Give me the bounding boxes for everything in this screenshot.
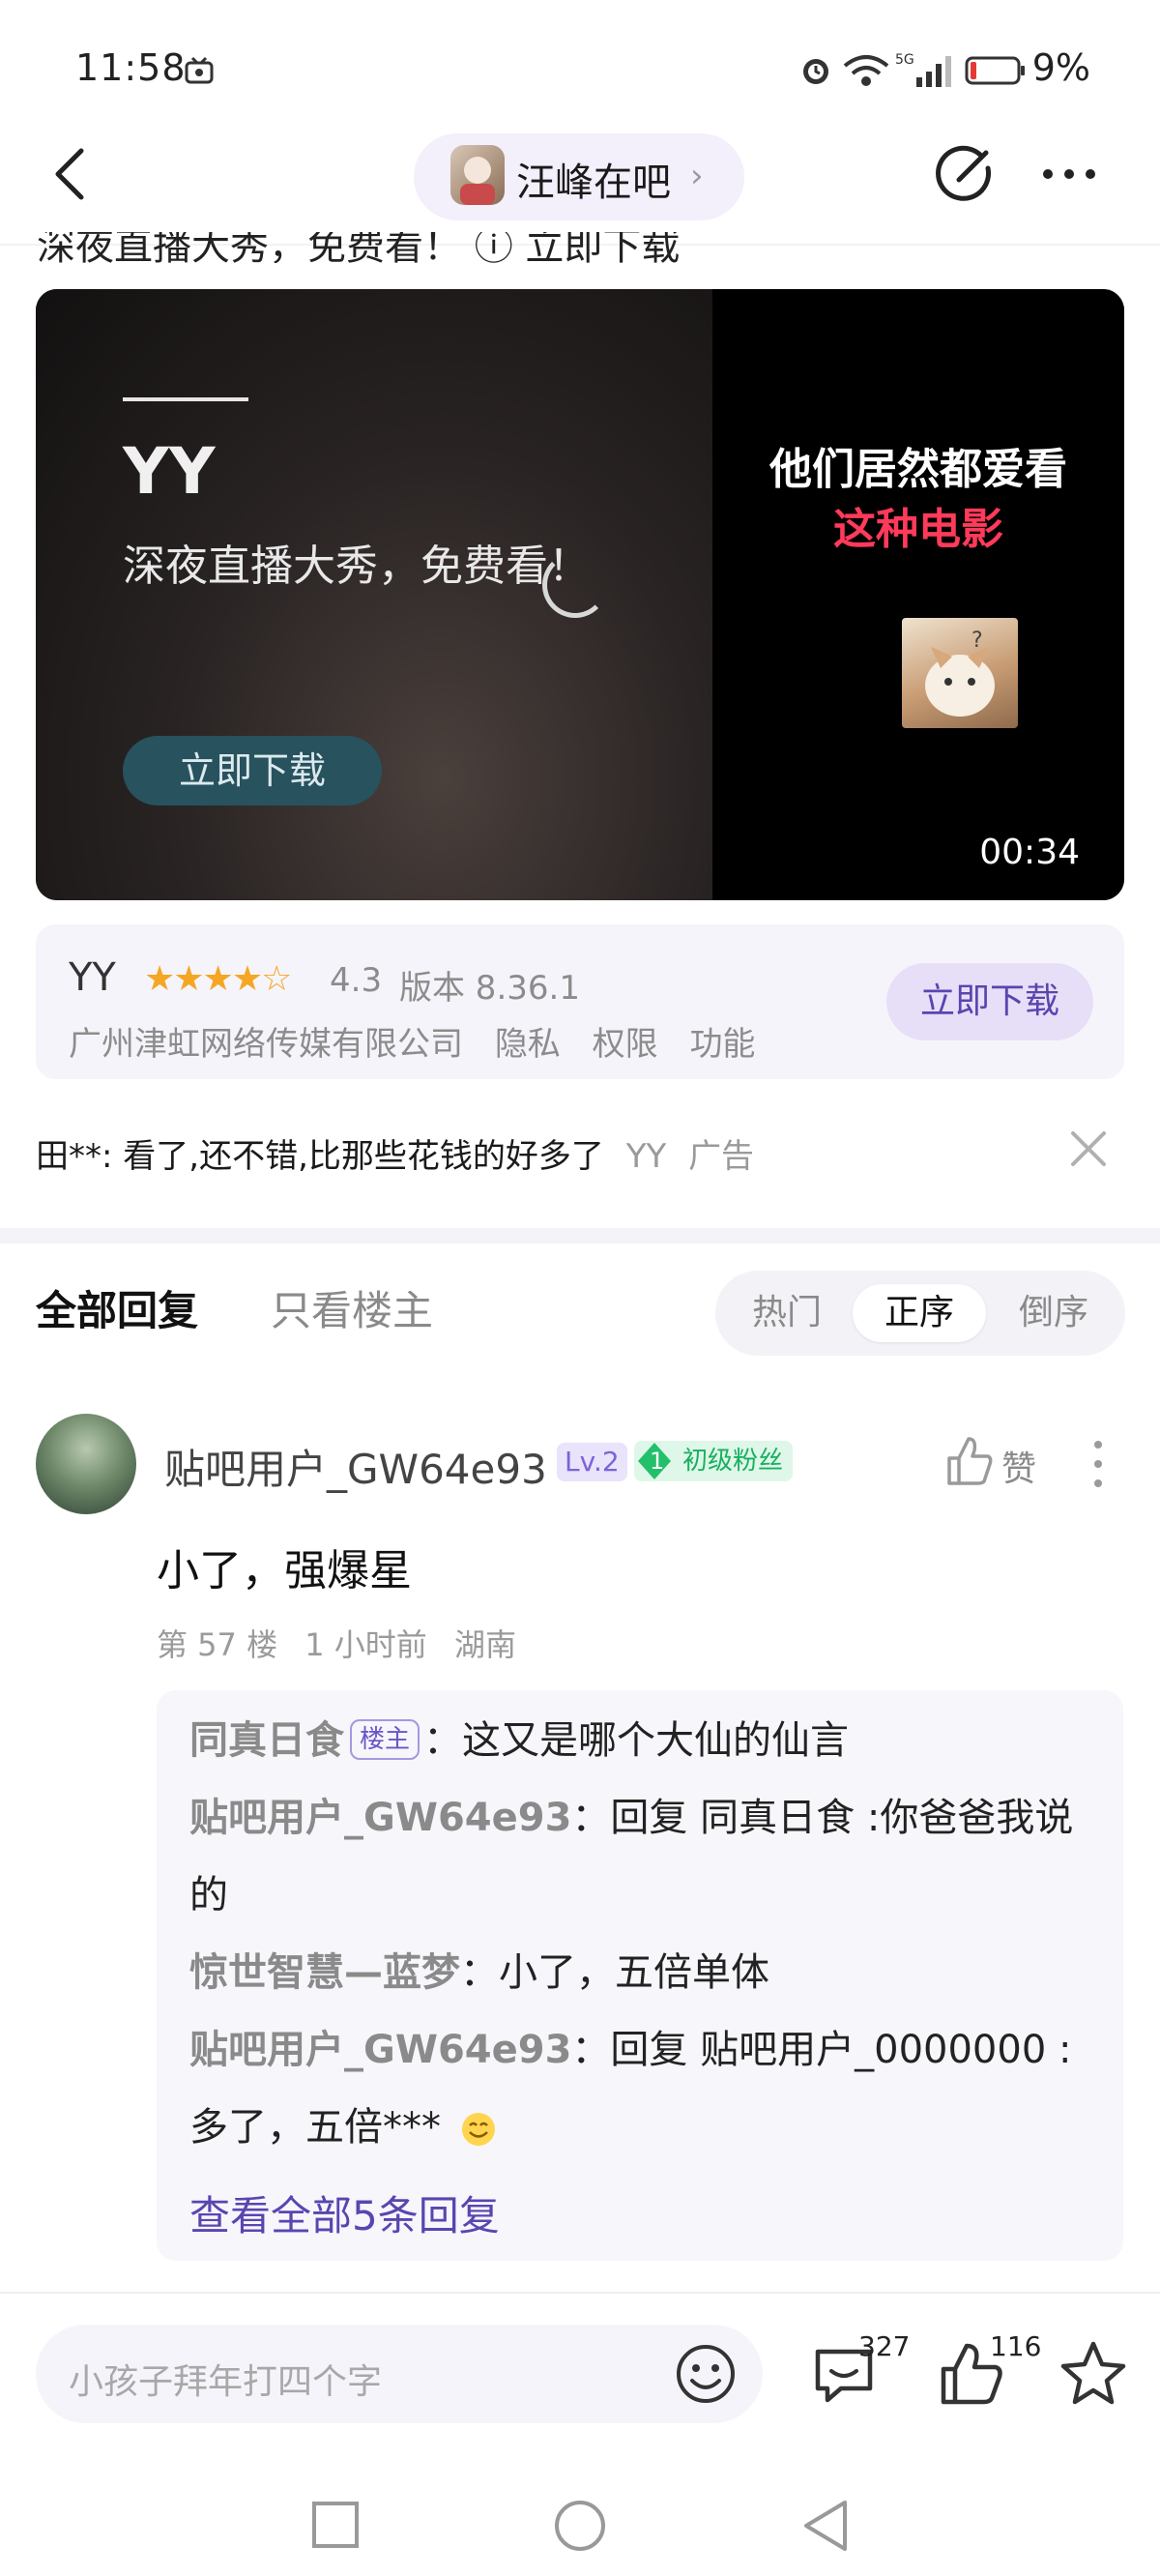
- smile-emoji-icon: [461, 2113, 495, 2146]
- ad-accent-line: [123, 397, 248, 401]
- like-label[interactable]: 赞: [1001, 1441, 1036, 1491]
- ad-label: 广告: [688, 1137, 755, 1176]
- avatar[interactable]: [36, 1414, 136, 1514]
- home-icon[interactable]: [553, 2499, 607, 2553]
- edit-post-icon[interactable]: [934, 141, 998, 205]
- app-name: YY: [69, 955, 116, 1000]
- back-arrow-icon[interactable]: [48, 145, 91, 203]
- subreply-author[interactable]: 同真日食: [189, 1718, 344, 1763]
- bottom-divider: [0, 2292, 1160, 2294]
- ad-video-left: YY 深夜直播大秀，免费看！ 立即下载: [36, 289, 712, 900]
- privacy-link[interactable]: 隐私: [495, 1025, 561, 1064]
- back-icon[interactable]: [800, 2499, 851, 2553]
- subreply-author[interactable]: 贴吧用户_GW64e93: [189, 1796, 571, 1840]
- app-download-button[interactable]: 立即下载: [886, 963, 1093, 1040]
- ad-source: YY: [625, 1137, 667, 1176]
- chevron-right-icon: ›: [690, 157, 704, 195]
- ad-video-download-button[interactable]: 立即下载: [123, 736, 382, 805]
- reply-meta: 第 57 楼 1 小时前 湖南: [157, 1621, 534, 1665]
- app-links: 广州津虹网络传媒有限公司 隐私 权限 功能: [69, 1017, 776, 1065]
- level-badge: Lv.2: [557, 1443, 627, 1481]
- fan-label: 初级粉丝: [682, 1447, 784, 1476]
- subreply-item[interactable]: 同真日食 楼主 ：这又是哪个大仙的仙言: [189, 1702, 1098, 1779]
- subreply-text: ：小了，五倍单体: [460, 1950, 769, 1995]
- svg-text:?: ?: [972, 629, 983, 653]
- video-duration: 00:34: [979, 833, 1080, 872]
- signal-icon: 5G: [895, 52, 951, 87]
- forum-avatar[interactable]: [450, 145, 505, 205]
- ad-comment-text: 田**: 看了,还不错,比那些花钱的好多了: [36, 1137, 604, 1176]
- emoji-icon[interactable]: [674, 2342, 738, 2406]
- loading-spinner-icon: [542, 552, 608, 618]
- svg-text:5G: 5G: [895, 52, 914, 68]
- like-count: 116: [990, 2330, 1042, 2362]
- system-nav-bar: [0, 2475, 1160, 2576]
- reply-time: 1 小时前: [304, 1626, 427, 1663]
- reply-input[interactable]: 小孩子拜年打四个字: [36, 2325, 763, 2423]
- sort-hot[interactable]: 热门: [723, 1284, 851, 1342]
- recording-icon: [185, 56, 214, 84]
- fan-level: 1: [650, 1448, 665, 1475]
- favorite-star-icon[interactable]: [1058, 2338, 1129, 2410]
- reply-content: 小了，强爆星: [157, 1546, 412, 1595]
- app-info-card[interactable]: YY ★★★★☆ 4.3 版本 8.36.1 广州津虹网络传媒有限公司 隐私 权…: [36, 924, 1124, 1079]
- features-link[interactable]: 功能: [689, 1025, 755, 1064]
- subreply-author[interactable]: 贴吧用户_GW64e93: [189, 2028, 571, 2072]
- fan-badge: 1 初级粉丝: [634, 1441, 794, 1481]
- ad-title-partial: 深夜直播大秀，免费看！ ⓘ 立即下载: [37, 232, 771, 263]
- cat-image: ?: [902, 618, 1018, 728]
- status-time: 11:58: [75, 46, 187, 89]
- ad-title-text: 深夜直播大秀，免费看！ ⓘ 立即下载: [37, 232, 681, 263]
- ad-video[interactable]: YY 深夜直播大秀，免费看！ 立即下载 他们居然都爱看 这种电影 ? 00:34: [36, 289, 1124, 900]
- recent-apps-icon[interactable]: [311, 2501, 360, 2549]
- status-bar: 11:58 5G 9%: [0, 0, 1160, 145]
- wifi-icon: [843, 55, 889, 86]
- forum-avatar-icon: [460, 157, 495, 205]
- comment-count: 327: [858, 2330, 911, 2362]
- reply-username[interactable]: 贴吧用户_GW64e93: [164, 1437, 547, 1496]
- app-version: 版本 8.36.1: [399, 969, 580, 1008]
- thumbs-up-icon[interactable]: [945, 1435, 994, 1487]
- forum-name[interactable]: 汪峰在吧: [516, 151, 671, 207]
- ad-right-line2: 这种电影: [833, 505, 1003, 554]
- tab-op-only[interactable]: 只看楼主: [271, 1278, 433, 1337]
- sort-toggle: 热门 正序 倒序: [715, 1271, 1125, 1356]
- ad-tagline: 深夜直播大秀，免费看！: [123, 542, 591, 591]
- alarm-icon: [803, 59, 828, 84]
- reply-input-placeholder: 小孩子拜年打四个字: [69, 2362, 383, 2402]
- section-divider: [0, 1228, 1160, 1244]
- tab-all-replies[interactable]: 全部回复: [36, 1278, 198, 1337]
- reply-location: 湖南: [453, 1626, 516, 1663]
- subreply-item[interactable]: 贴吧用户_GW64e93：回复 贴吧用户_0000000 : 多了，五倍***: [189, 2011, 1098, 2166]
- floor-number: 第 57 楼: [157, 1626, 278, 1663]
- ad-comment: 田**: 看了,还不错,比那些花钱的好多了 YY 广告: [36, 1129, 754, 1177]
- op-badge: 楼主: [350, 1719, 420, 1760]
- subreplies-box[interactable]: 同真日食 楼主 ：这又是哪个大仙的仙言 贴吧用户_GW64e93：回复 同真日食 :…: [157, 1690, 1123, 2261]
- subreply-text: ：这又是哪个大仙的仙言: [423, 1718, 850, 1763]
- sort-ascending[interactable]: 正序: [853, 1284, 986, 1342]
- view-all-replies-link[interactable]: 查看全部5条回复: [189, 2183, 500, 2242]
- app-company: 广州津虹网络传媒有限公司: [69, 1025, 463, 1064]
- app-rating: 4.3: [330, 961, 383, 1000]
- subreply-author[interactable]: 惊世智慧—蓝梦: [189, 1950, 460, 1995]
- close-icon[interactable]: [1065, 1126, 1112, 1172]
- subreply-item[interactable]: 贴吧用户_GW64e93：回复 同真日食 :你爸爸我说的: [189, 1779, 1098, 1934]
- ad-right-line1: 他们居然都爱看: [769, 445, 1067, 494]
- more-icon[interactable]: [1040, 166, 1098, 182]
- rating-stars-icon: ★★★★☆: [144, 959, 292, 999]
- battery-percent: 9%: [1031, 46, 1090, 89]
- more-vertical-icon[interactable]: [1090, 1437, 1106, 1491]
- ad-brand: YY: [123, 434, 216, 509]
- permissions-link[interactable]: 权限: [593, 1025, 658, 1064]
- ad-video-right: 他们居然都爱看 这种电影 ? 00:34: [712, 289, 1124, 900]
- cat-face-icon: ?: [925, 629, 995, 717]
- battery-icon: [965, 56, 1025, 85]
- sort-descending[interactable]: 倒序: [990, 1284, 1117, 1342]
- subreply-item[interactable]: 惊世智慧—蓝梦：小了，五倍单体: [189, 1934, 1098, 2011]
